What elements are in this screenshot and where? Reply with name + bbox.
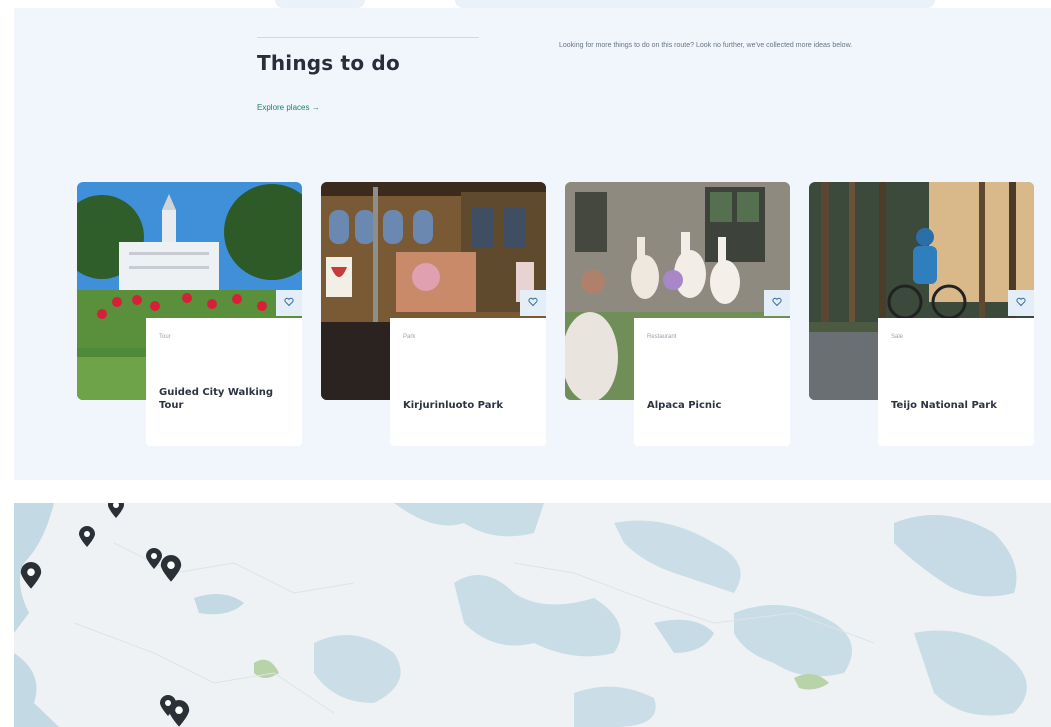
things-to-do-section: Things to do Explore places → Looking fo… xyxy=(14,8,1051,480)
activity-card[interactable]: Sale Teijo National Park xyxy=(809,182,1034,452)
activity-card[interactable]: Park Kirjurinluoto Park xyxy=(321,182,546,452)
map-pin-icon[interactable] xyxy=(78,526,96,548)
card-info: Park Kirjurinluoto Park xyxy=(390,318,546,446)
card-info: Sale Teijo National Park xyxy=(878,318,1034,446)
activity-card[interactable]: Tour Guided City Walking Tour xyxy=(77,182,302,452)
explore-places-link[interactable]: Explore places → xyxy=(257,103,320,112)
heart-icon xyxy=(772,294,782,312)
map-pin-icon[interactable] xyxy=(159,555,183,583)
card-category: Restaurant xyxy=(647,334,677,340)
heart-icon xyxy=(528,294,538,312)
card-category: Tour xyxy=(159,334,171,340)
favorite-button[interactable] xyxy=(1008,290,1034,316)
favorite-button[interactable] xyxy=(764,290,790,316)
favorite-button[interactable] xyxy=(520,290,546,316)
route-map[interactable] xyxy=(14,503,1051,727)
heart-icon xyxy=(1016,294,1026,312)
card-category: Sale xyxy=(891,334,904,340)
map-pin-icon[interactable] xyxy=(167,700,191,727)
divider xyxy=(257,37,479,38)
card-info: Restaurant Alpaca Picnic xyxy=(634,318,790,446)
card-category: Park xyxy=(403,334,416,340)
map-pin-icon[interactable] xyxy=(107,503,125,519)
heart-icon xyxy=(284,294,294,312)
card-title: Kirjurinluoto Park xyxy=(403,400,504,411)
section-title: Things to do xyxy=(257,51,400,75)
card-title: Alpaca Picnic xyxy=(647,400,722,411)
section-intro: Looking for more things to do on this ro… xyxy=(559,42,853,49)
map-pin-icon[interactable] xyxy=(19,562,43,590)
card-title: Teijo National Park xyxy=(891,400,997,411)
card-info: Tour Guided City Walking Tour xyxy=(146,318,302,446)
activity-card[interactable]: Restaurant Alpaca Picnic xyxy=(565,182,790,452)
favorite-button[interactable] xyxy=(276,290,302,316)
card-title: Guided City Walking Tour xyxy=(159,387,274,411)
